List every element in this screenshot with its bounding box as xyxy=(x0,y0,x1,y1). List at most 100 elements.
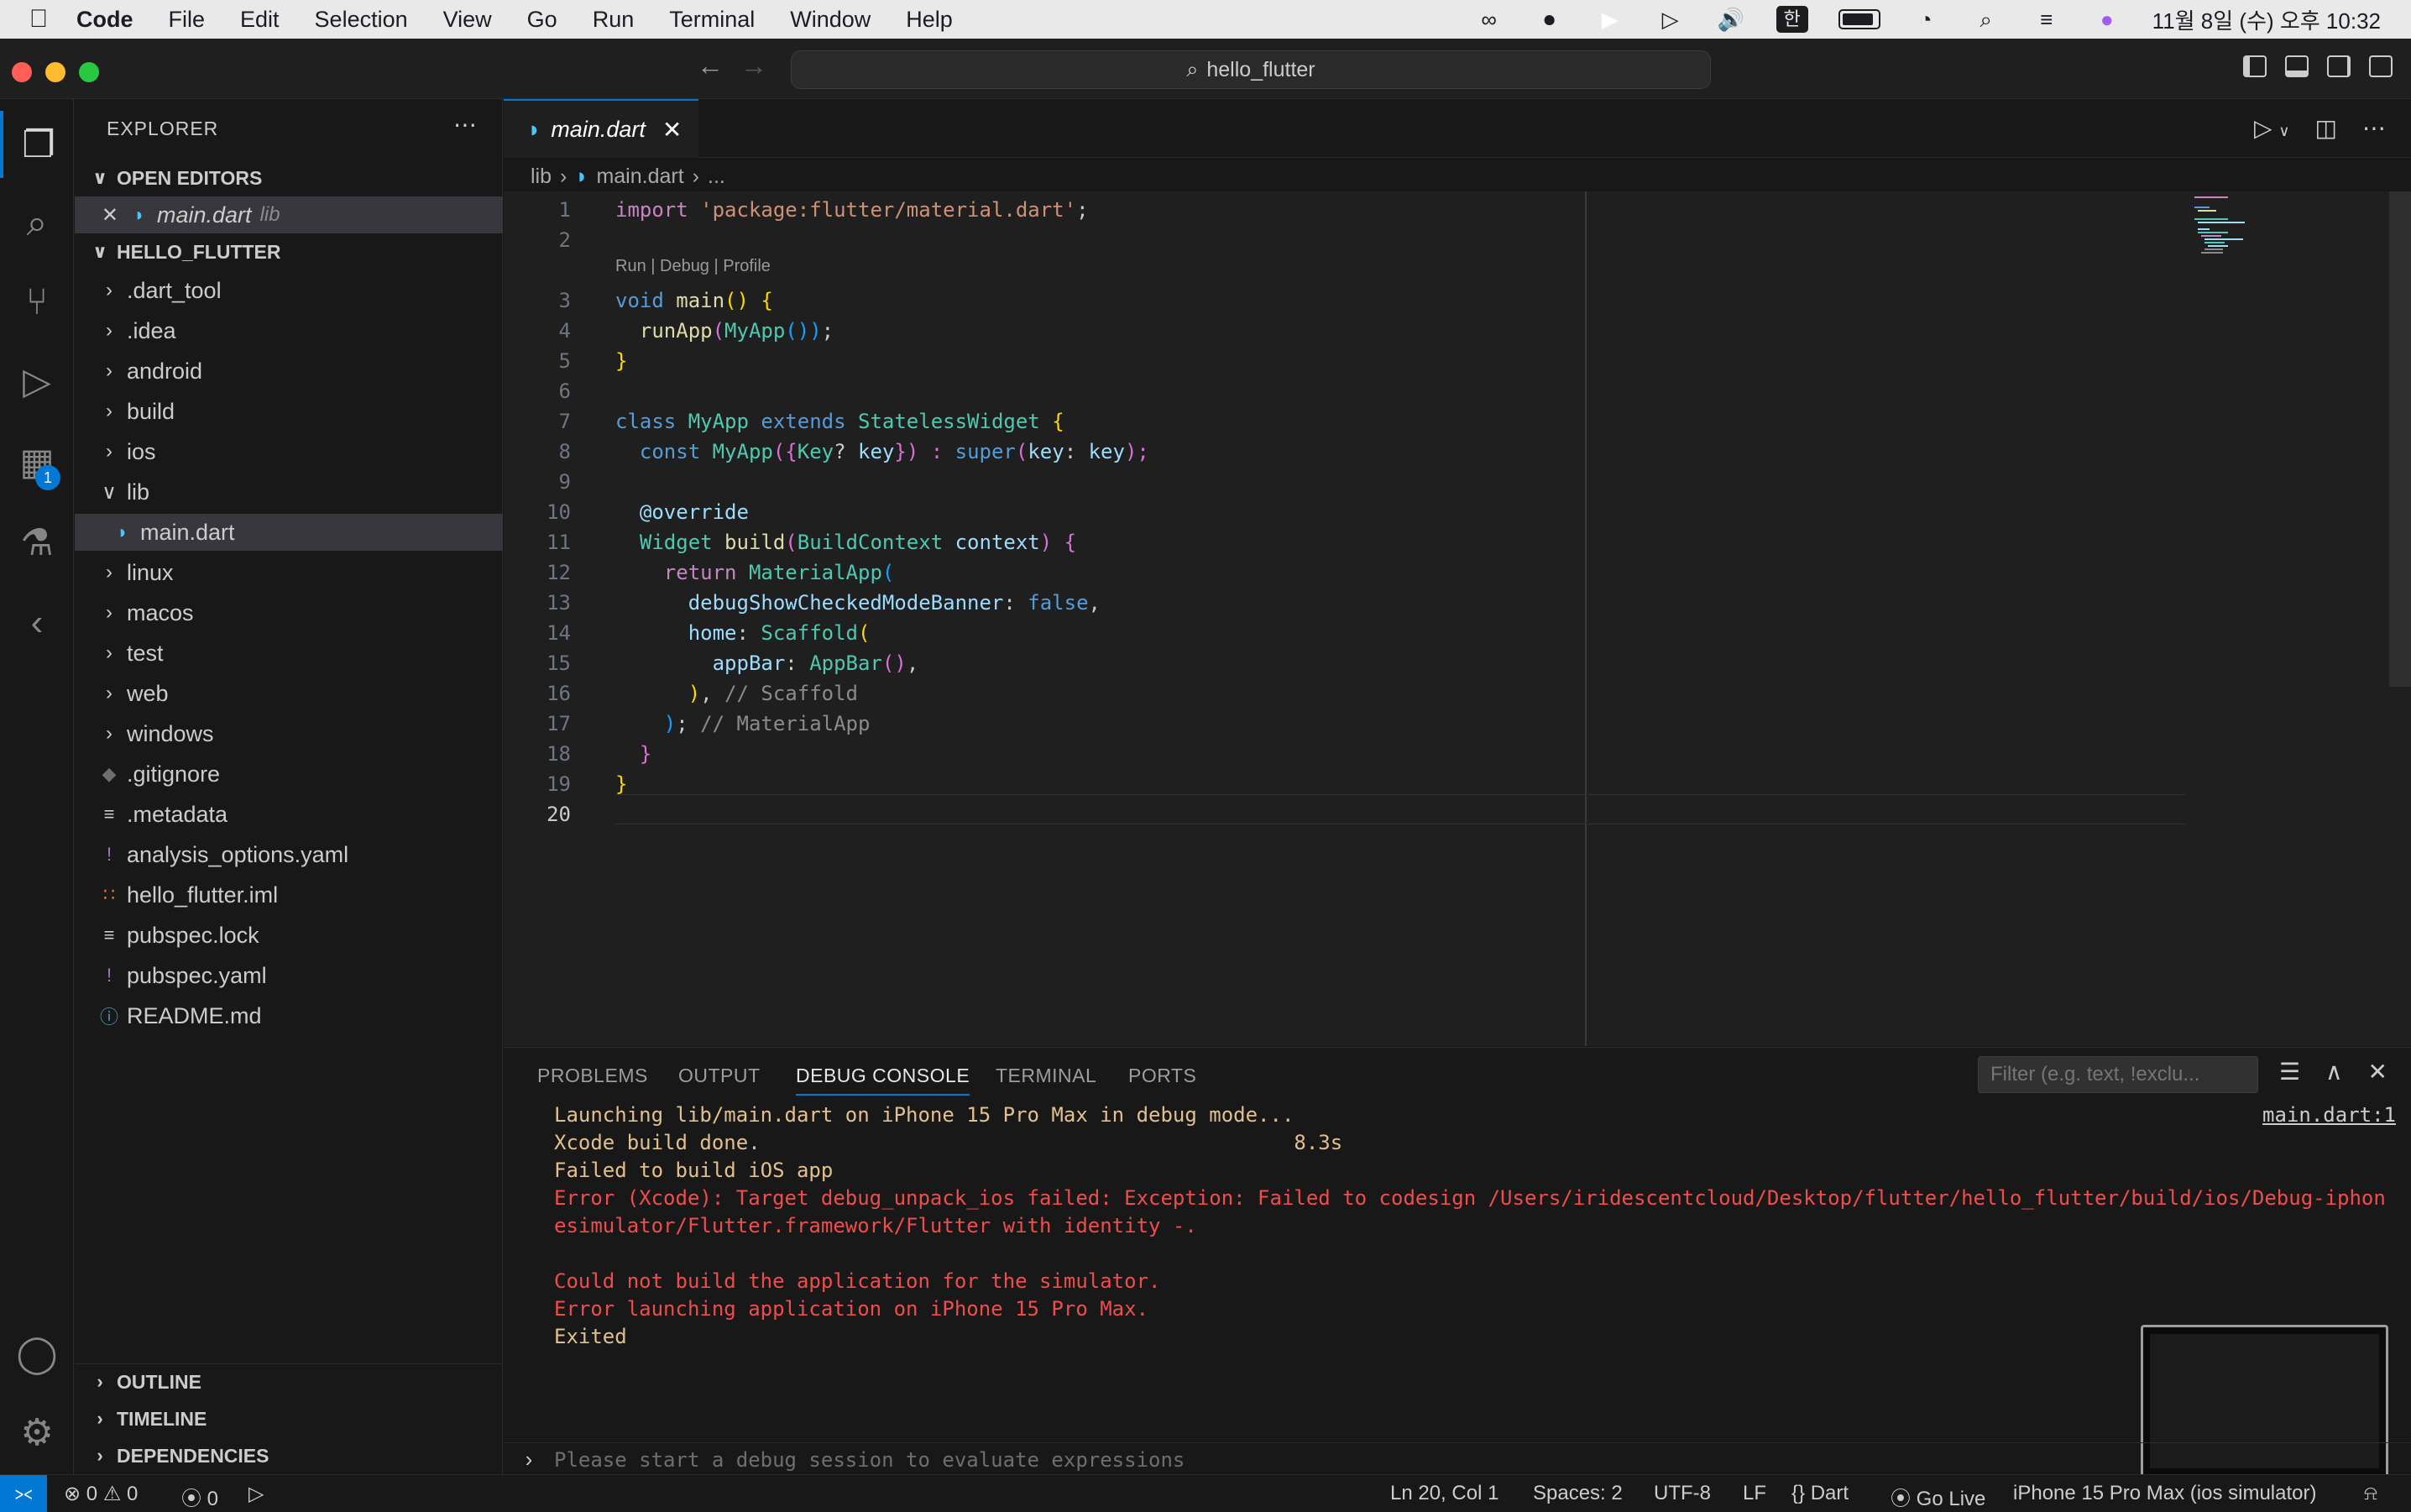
breadcrumb-lib[interactable]: lib xyxy=(531,165,552,189)
editor-vertical-scrollbar[interactable] xyxy=(2389,191,2411,687)
forward-arrow-icon[interactable]: → xyxy=(740,50,767,81)
console-source-link[interactable]: main.dart:1 xyxy=(2262,1103,2396,1127)
source-control-icon[interactable]: ⑂ xyxy=(0,269,74,336)
go-live-button[interactable]: ⦿ Go Live xyxy=(1891,1482,1985,1511)
control-center-icon[interactable]: ≡ xyxy=(2032,7,2062,32)
customize-layout-icon[interactable] xyxy=(2369,55,2393,77)
project-header[interactable]: ∨ HELLO_FLUTTER xyxy=(75,235,503,269)
open-editors-header[interactable]: ∨ OPEN EDITORS xyxy=(75,161,503,195)
close-tab-icon[interactable]: ✕ xyxy=(662,116,682,144)
device-selector[interactable]: iPhone 15 Pro Max (ios simulator) xyxy=(2013,1482,2316,1505)
volume-icon[interactable]: 🔊 xyxy=(1716,7,1746,32)
command-center-search[interactable]: ⌕ hello_flutter xyxy=(791,50,1711,89)
tab-main-dart[interactable]: ◗ main.dart ✕ xyxy=(504,99,698,158)
play-icon[interactable]: ▶ xyxy=(1595,7,1625,32)
siri-icon[interactable]: ● xyxy=(2092,7,2122,32)
dependencies-header[interactable]: › DEPENDENCIES xyxy=(75,1439,503,1473)
toggle-secondary-sidebar-icon[interactable] xyxy=(2327,55,2351,77)
search-view-icon[interactable]: ⌕ xyxy=(0,190,74,257)
tree-item-test[interactable]: › test xyxy=(75,635,503,672)
tree-item-lib[interactable]: ∨ lib xyxy=(75,473,503,510)
tab-ports[interactable]: PORTS xyxy=(1128,1065,1196,1087)
tree-item-ios[interactable]: › ios xyxy=(75,433,503,470)
menubar-clock[interactable]: 11월 8일 (수) 오후 10:32 xyxy=(2152,4,2381,35)
toggle-primary-sidebar-icon[interactable] xyxy=(2243,55,2267,77)
tree-item-analysis-options-yaml[interactable]: ! analysis_options.yaml xyxy=(75,836,503,873)
code-editor[interactable]: 1 2 3 4 5 6 7 8 9 10 11 12 13 14 15 16 17 18 19 20 Run | De… xyxy=(504,191,2411,1046)
menu-window[interactable]: Window xyxy=(772,7,888,33)
explorer-files-icon[interactable]: ❐ xyxy=(0,111,74,178)
indentation[interactable]: Spaces: 2 xyxy=(1533,1482,1623,1505)
outline-header[interactable]: › OUTLINE xyxy=(75,1365,503,1399)
tab-output[interactable]: OUTPUT xyxy=(678,1065,761,1087)
problems-indicator[interactable]: ⊗ 0 ⚠ 0 xyxy=(64,1482,138,1506)
toggle-panel-icon[interactable] xyxy=(2285,55,2309,77)
testing-flask-icon[interactable]: ⚗ xyxy=(0,509,74,576)
tab-problems[interactable]: PROBLEMS xyxy=(537,1065,648,1087)
extensions-icon[interactable]: ▦ 1 xyxy=(0,428,74,495)
tree-item-pubspec-yaml[interactable]: ! pubspec.yaml xyxy=(75,957,503,994)
tab-debug-console[interactable]: DEBUG CONSOLE xyxy=(796,1065,970,1096)
tree-item-macos[interactable]: › macos xyxy=(75,594,503,631)
timeline-header[interactable]: › TIMELINE xyxy=(75,1402,503,1436)
breadcrumb-file[interactable]: main.dart xyxy=(596,165,683,189)
split-editor-icon[interactable]: ◫ xyxy=(2315,114,2337,142)
minimap[interactable] xyxy=(2191,193,2292,277)
flutter-icon[interactable]: ‹ xyxy=(0,589,74,657)
remote-indicator-icon[interactable]: ⪥ xyxy=(0,1475,47,1512)
spotlight-search-icon[interactable]: ⌕ xyxy=(1971,7,2001,32)
breadcrumb-symbol[interactable]: ... xyxy=(708,165,725,189)
debug-launch-icon[interactable]: ▷ xyxy=(248,1482,264,1506)
run-and-debug-icon[interactable]: ▷ xyxy=(0,348,74,415)
menu-view[interactable]: View xyxy=(426,7,510,33)
close-icon[interactable]: ✕ xyxy=(75,203,118,228)
tree-item-hello-flutter-iml[interactable]: ∷ hello_flutter.iml xyxy=(75,876,503,913)
menu-terminal[interactable]: Terminal xyxy=(651,7,772,33)
repl-input[interactable] xyxy=(554,1447,1729,1472)
codelens-run-debug-profile[interactable]: Run | Debug | Profile xyxy=(615,257,771,276)
cursor-position[interactable]: Ln 20, Col 1 xyxy=(1390,1482,1498,1505)
ports-indicator[interactable]: ⦿ 0 xyxy=(181,1482,218,1511)
back-arrow-icon[interactable]: ← xyxy=(697,50,724,81)
input-source-indicator[interactable]: 한 xyxy=(1776,6,1808,33)
tree-item-dart-tool[interactable]: › .dart_tool xyxy=(75,272,503,309)
console-filter-input[interactable] xyxy=(1978,1056,2258,1093)
maximize-panel-chevron-up-icon[interactable]: ∧ xyxy=(2325,1058,2343,1086)
tree-item-idea[interactable]: › .idea xyxy=(75,312,503,349)
tree-item-pubspec-lock[interactable]: ≡ pubspec.lock xyxy=(75,917,503,954)
tree-item-main-dart[interactable]: ◗ main.dart xyxy=(75,514,503,551)
notifications-bell-icon[interactable]: ⍾ xyxy=(2364,1482,2377,1505)
zoom-window-button[interactable] xyxy=(79,62,99,82)
tree-item-metadata[interactable]: ≡ .metadata xyxy=(75,796,503,833)
language-mode[interactable]: {} Dart xyxy=(1791,1482,1849,1505)
clear-console-icon[interactable]: ☰ xyxy=(2279,1058,2300,1086)
run-file-icon[interactable]: ▷ ∨ xyxy=(2254,114,2290,142)
menu-edit[interactable]: Edit xyxy=(222,7,297,33)
tree-item-linux[interactable]: › linux xyxy=(75,554,503,591)
tree-item-readme-md[interactable]: ⓘ README.md xyxy=(75,997,503,1034)
wifi-icon[interactable]: ◔ xyxy=(1911,7,1941,32)
menu-app[interactable]: Code xyxy=(59,7,151,33)
close-window-button[interactable] xyxy=(12,62,32,82)
menu-go[interactable]: Go xyxy=(510,7,575,33)
accounts-icon[interactable]: ◯ xyxy=(0,1320,74,1387)
tree-item-gitignore[interactable]: ◆ .gitignore xyxy=(75,756,503,793)
close-panel-icon[interactable]: ✕ xyxy=(2368,1058,2387,1086)
tree-item-build[interactable]: › build xyxy=(75,393,503,430)
apple-icon[interactable]:  xyxy=(18,5,59,34)
menu-run[interactable]: Run xyxy=(575,7,652,33)
menu-selection[interactable]: Selection xyxy=(297,7,426,33)
tree-item-web[interactable]: › web xyxy=(75,675,503,712)
menu-help[interactable]: Help xyxy=(888,7,970,33)
open-editor-item[interactable]: ✕ ◗ main.dart lib xyxy=(75,196,503,233)
battery-icon[interactable] xyxy=(1838,9,1880,29)
menu-file[interactable]: File xyxy=(151,7,223,33)
encoding[interactable]: UTF-8 xyxy=(1654,1482,1711,1505)
end-of-line[interactable]: LF xyxy=(1743,1482,1766,1505)
manage-gear-icon[interactable]: ⚙ xyxy=(0,1399,74,1466)
tab-terminal[interactable]: TERMINAL xyxy=(996,1065,1096,1087)
more-actions-icon[interactable]: ⋯ xyxy=(453,111,477,139)
play-circle-icon[interactable]: ▷ xyxy=(1655,7,1686,32)
more-actions-icon[interactable]: ⋯ xyxy=(2362,114,2386,142)
glasses-icon[interactable]: ∞ xyxy=(1474,7,1504,32)
